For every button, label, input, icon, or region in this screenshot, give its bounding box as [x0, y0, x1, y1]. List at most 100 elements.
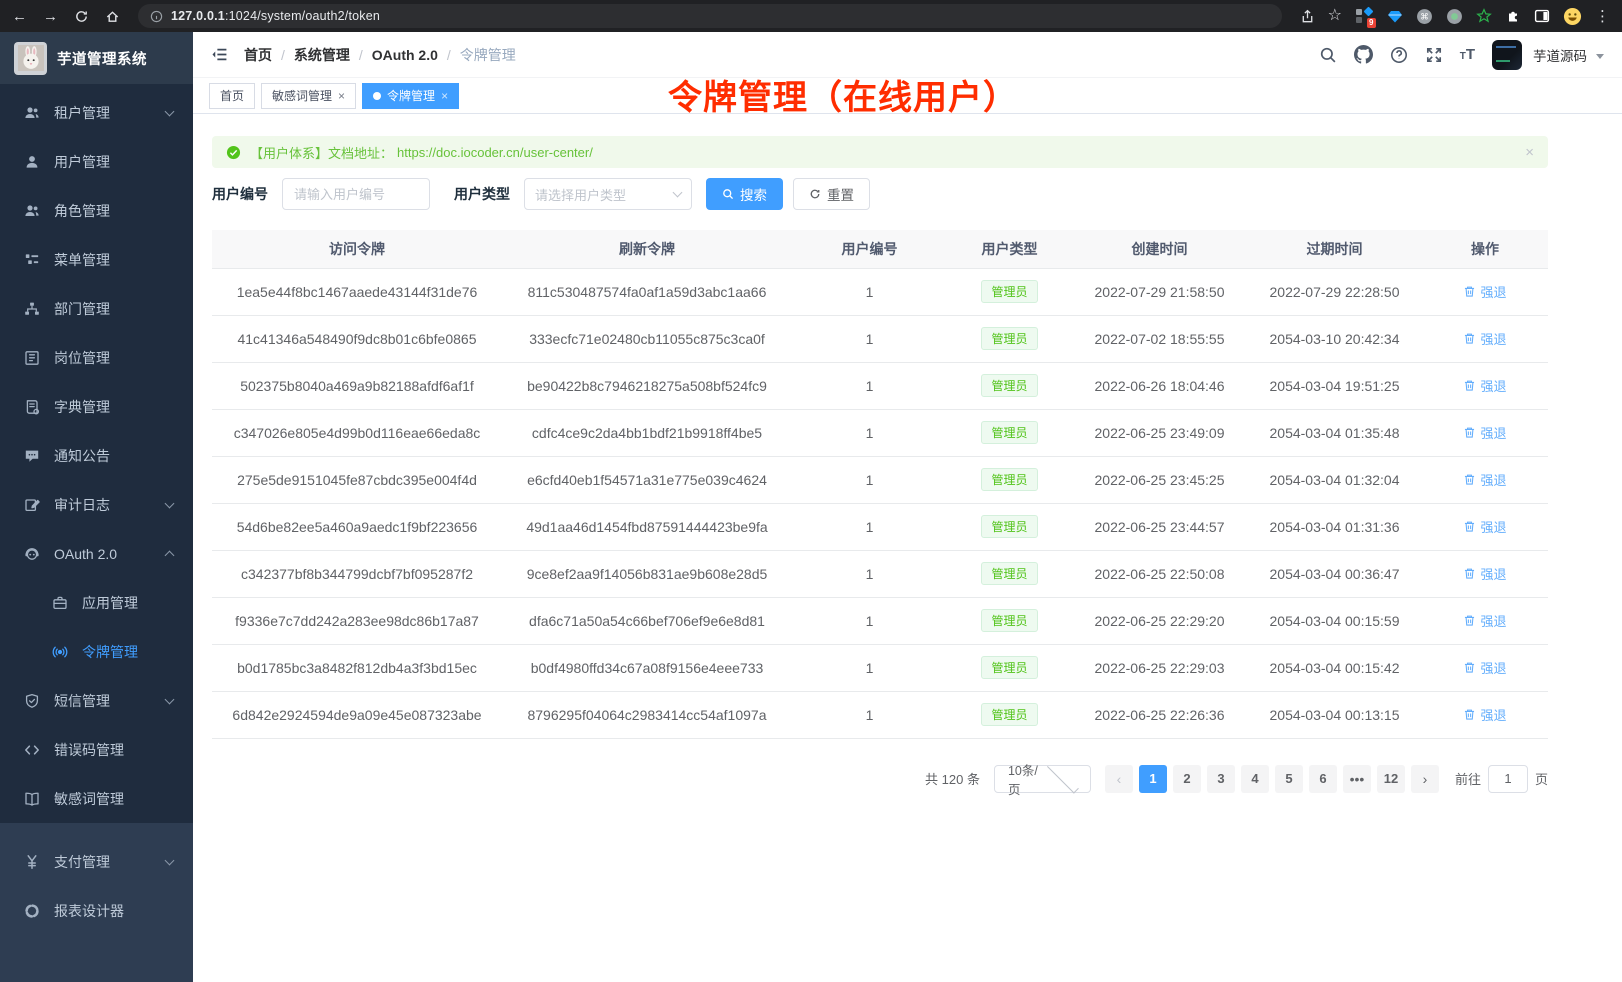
home-icon[interactable] — [105, 9, 120, 24]
sidebar-item-10[interactable]: OAuth 2.0 — [0, 529, 193, 578]
briefcase-icon — [52, 595, 68, 611]
sidebar-item-7[interactable]: 字典管理 — [0, 382, 193, 431]
search-button[interactable]: 搜索 — [706, 178, 783, 210]
goto-page-input[interactable] — [1488, 765, 1528, 793]
forward-icon[interactable]: → — [43, 9, 58, 24]
page-button-3[interactable]: 3 — [1207, 765, 1235, 793]
token-table: 访问令牌刷新令牌用户编号用户类型创建时间过期时间操作 1ea5e44f8bc14… — [212, 230, 1548, 739]
sidebar-item-4[interactable]: 菜单管理 — [0, 235, 193, 284]
refresh-token-cell: 811c530487574fa0af1a59d3abc1aa66 — [502, 268, 792, 315]
page-size-select[interactable]: 10条/页 — [994, 765, 1091, 793]
column-header: 用户编号 — [792, 230, 947, 268]
created-time-cell: 2022-06-25 22:26:36 — [1072, 691, 1247, 738]
action-cell: 强退 — [1422, 503, 1548, 550]
tab-敏感词管理[interactable]: 敏感词管理× — [261, 83, 356, 109]
page-ellipsis-icon[interactable]: ••• — [1343, 765, 1371, 793]
sidebar-item-11[interactable]: 应用管理 — [0, 578, 193, 627]
tab-close-icon[interactable]: × — [441, 90, 448, 102]
table-row: 502375b8040a469a9b82188afdf6af1fbe90422b… — [212, 362, 1548, 409]
force-logout-button[interactable]: 强退 — [1463, 705, 1506, 724]
page-button-2[interactable]: 2 — [1173, 765, 1201, 793]
star-extension-icon[interactable] — [1476, 8, 1492, 24]
reset-button[interactable]: 重置 — [793, 178, 870, 210]
record-extension-icon[interactable] — [1446, 8, 1463, 25]
force-logout-button[interactable]: 强退 — [1463, 658, 1506, 677]
page-button-1[interactable]: 1 — [1139, 765, 1167, 793]
info-icon[interactable] — [150, 10, 163, 23]
breadcrumb-item[interactable]: OAuth 2.0 — [372, 47, 438, 63]
side-panel-icon[interactable] — [1534, 8, 1550, 24]
user-type-cell: 管理员 — [947, 362, 1072, 409]
back-icon[interactable]: ← — [12, 9, 27, 24]
access-token-cell: f9336e7c7dd242a283ee98dc86b17a87 — [212, 597, 502, 644]
github-icon[interactable] — [1354, 45, 1373, 64]
access-token-cell: 41c41346a548490f9dc8b01c6bfe0865 — [212, 315, 502, 362]
action-cell: 强退 — [1422, 315, 1548, 362]
bookmark-star-icon[interactable]: ☆ — [1328, 8, 1342, 24]
next-page-button[interactable]: › — [1411, 765, 1439, 793]
sidebar-item-15[interactable]: 敏感词管理 — [0, 774, 193, 823]
sidebar-item-2[interactable]: 用户管理 — [0, 137, 193, 186]
prev-page-button[interactable]: ‹ — [1105, 765, 1133, 793]
puzzle-extension-icon[interactable] — [1505, 8, 1521, 24]
sidebar-item-12[interactable]: 令牌管理 — [0, 627, 193, 676]
page-button-6[interactable]: 6 — [1309, 765, 1337, 793]
force-logout-button[interactable]: 强退 — [1463, 423, 1506, 442]
page-button-5[interactable]: 5 — [1275, 765, 1303, 793]
force-logout-button[interactable]: 强退 — [1463, 517, 1506, 536]
sidebar-item-9[interactable]: 审计日志 — [0, 480, 193, 529]
share-icon[interactable] — [1300, 9, 1315, 24]
sidebar-item-1[interactable]: 租户管理 — [0, 88, 193, 137]
force-logout-button[interactable]: 强退 — [1463, 376, 1506, 395]
tab-close-icon[interactable]: × — [338, 90, 345, 102]
user-type-select[interactable]: 请选择用户类型 — [524, 178, 692, 210]
user-menu-caret-icon[interactable] — [1596, 54, 1604, 59]
gem-extension-icon[interactable] — [1387, 8, 1403, 24]
sidebar-item-14[interactable]: 错误码管理 — [0, 725, 193, 774]
force-logout-button[interactable]: 强退 — [1463, 611, 1506, 630]
username[interactable]: 芋道源码 — [1533, 45, 1587, 65]
extension-grid-icon[interactable]: 9 — [1355, 7, 1374, 26]
force-logout-button[interactable]: 强退 — [1463, 564, 1506, 583]
sidebar-item-label: 短信管理 — [54, 691, 110, 711]
breadcrumb-item[interactable]: 系统管理 — [294, 45, 350, 65]
sidebar-item-8[interactable]: 通知公告 — [0, 431, 193, 480]
access-token-cell: c342377bf8b344799dcbf7bf095287f2 — [212, 550, 502, 597]
sidebar-fold-icon[interactable] — [211, 46, 228, 63]
page-button-12[interactable]: 12 — [1377, 765, 1405, 793]
search-icon[interactable] — [1319, 46, 1337, 64]
fullscreen-icon[interactable] — [1425, 46, 1443, 64]
url-bar[interactable]: 127.0.0.1:1024/system/oauth2/token — [138, 4, 1282, 28]
page-button-4[interactable]: 4 — [1241, 765, 1269, 793]
sidebar-logo[interactable]: 芋道管理系统 — [0, 32, 193, 84]
user-type-cell: 管理员 — [947, 644, 1072, 691]
alert-doc-link[interactable]: https://doc.iocoder.cn/user-center/ — [397, 145, 593, 160]
badge-icon — [24, 350, 40, 366]
user-type-badge: 管理员 — [981, 421, 1037, 444]
browser-bar: ← → 127.0.0.1:1024/system/oauth2/token ☆… — [0, 0, 1622, 32]
sidebar-item-13[interactable]: 短信管理 — [0, 676, 193, 725]
breadcrumb-item[interactable]: 首页 — [244, 45, 272, 65]
user-type-badge: 管理员 — [981, 609, 1037, 632]
user-id-input[interactable] — [282, 178, 430, 210]
sidebar-item-17[interactable]: 报表设计器 — [0, 886, 193, 935]
help-icon[interactable] — [1390, 46, 1408, 64]
user-avatar[interactable] — [1492, 40, 1522, 70]
sidebar-item-16[interactable]: 支付管理 — [0, 837, 193, 886]
success-check-icon — [226, 145, 241, 160]
tab-首页[interactable]: 首页 — [209, 83, 255, 109]
profile-emoji-icon[interactable] — [1563, 7, 1582, 26]
force-logout-button[interactable]: 强退 — [1463, 470, 1506, 489]
tab-令牌管理[interactable]: 令牌管理× — [362, 83, 459, 109]
font-size-icon[interactable]: TT — [1460, 47, 1475, 62]
force-logout-button[interactable]: 强退 — [1463, 282, 1506, 301]
sidebar-item-3[interactable]: 角色管理 — [0, 186, 193, 235]
force-logout-button[interactable]: 强退 — [1463, 329, 1506, 348]
sidebar-item-6[interactable]: 岗位管理 — [0, 333, 193, 382]
reload-icon[interactable] — [74, 9, 89, 24]
active-dot-icon — [373, 92, 381, 100]
sidebar-item-5[interactable]: 部门管理 — [0, 284, 193, 333]
command-extension-icon[interactable]: ⌘ — [1416, 8, 1433, 25]
alert-close-icon[interactable]: × — [1525, 145, 1534, 160]
browser-menu-icon[interactable]: ⋮ — [1595, 7, 1610, 25]
